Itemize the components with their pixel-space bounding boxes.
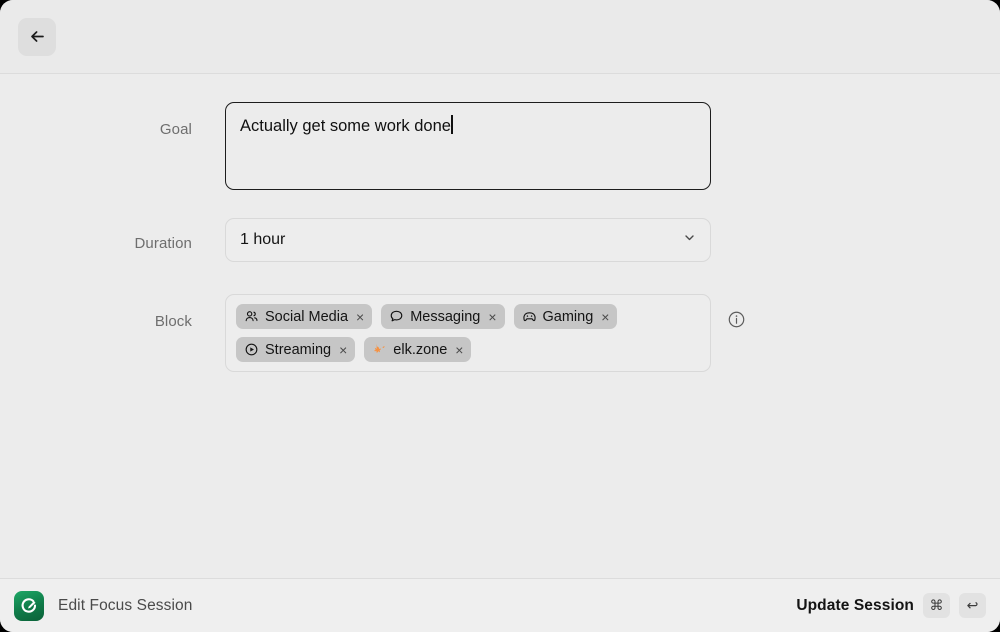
tag-label: Streaming — [265, 341, 332, 358]
block-label: Block — [154, 313, 192, 330]
update-session-label[interactable]: Update Session — [796, 597, 914, 615]
tag-remove-button[interactable]: × — [356, 310, 364, 324]
window-footer: Edit Focus Session Update Session ⌘ ↩ — [0, 578, 1000, 632]
tag-social-media[interactable]: Social Media × — [236, 304, 373, 329]
tag-label: elk.zone — [393, 341, 448, 358]
goal-input[interactable]: Actually get some work done — [225, 102, 711, 190]
goal-label: Goal — [159, 121, 192, 138]
tag-remove-button[interactable]: × — [339, 343, 347, 357]
tag-remove-button[interactable]: × — [455, 343, 463, 357]
chat-bubble-icon — [389, 309, 404, 324]
block-field-row: Block Social Media × Messaging × Gaming … — [0, 294, 1000, 372]
tag-remove-button[interactable]: × — [488, 310, 496, 324]
footer-right-group: Update Session ⌘ ↩ — [796, 593, 986, 618]
text-caret — [450, 115, 453, 134]
duration-field-row: Duration 1 hour — [0, 218, 1000, 262]
tag-messaging[interactable]: Messaging × — [381, 304, 505, 329]
goal-input-value: Actually get some work done — [240, 117, 451, 135]
command-key[interactable]: ⌘ — [923, 593, 950, 618]
info-circle-icon[interactable] — [727, 310, 746, 329]
form-body: Goal Actually get some work done Duratio… — [0, 74, 1000, 578]
footer-left-group: Edit Focus Session — [14, 590, 193, 621]
duration-label: Duration — [134, 235, 192, 252]
arrow-left-icon — [28, 27, 47, 46]
tag-label: Gaming — [542, 308, 594, 325]
focus-session-window: Goal Actually get some work done Duratio… — [0, 0, 1000, 632]
duration-control: 1 hour — [225, 218, 711, 262]
duration-select[interactable]: 1 hour — [225, 218, 711, 262]
goal-field-row: Goal Actually get some work done — [0, 102, 1000, 190]
elk-logo-icon — [372, 342, 387, 357]
tag-elk-zone[interactable]: elk.zone × — [364, 337, 472, 362]
tag-label: Messaging — [410, 308, 481, 325]
tag-gaming[interactable]: Gaming × — [513, 304, 618, 329]
app-logo-icon — [14, 590, 44, 621]
users-icon — [244, 309, 259, 324]
goal-control: Actually get some work done — [225, 102, 711, 190]
footer-title: Edit Focus Session — [58, 596, 193, 614]
tag-label: Social Media — [265, 308, 349, 325]
tag-remove-button[interactable]: × — [601, 310, 609, 324]
duration-selected-value: 1 hour — [240, 231, 286, 248]
block-tags-container[interactable]: Social Media × Messaging × Gaming × Stre… — [225, 294, 711, 372]
tag-streaming[interactable]: Streaming × — [236, 337, 356, 362]
play-circle-icon — [244, 342, 259, 357]
gamepad-icon — [522, 309, 537, 324]
return-key[interactable]: ↩ — [959, 593, 986, 618]
chevron-down-icon — [683, 231, 696, 249]
back-button[interactable] — [18, 17, 56, 56]
window-header — [0, 0, 1000, 74]
block-control: Social Media × Messaging × Gaming × Stre… — [225, 294, 746, 372]
